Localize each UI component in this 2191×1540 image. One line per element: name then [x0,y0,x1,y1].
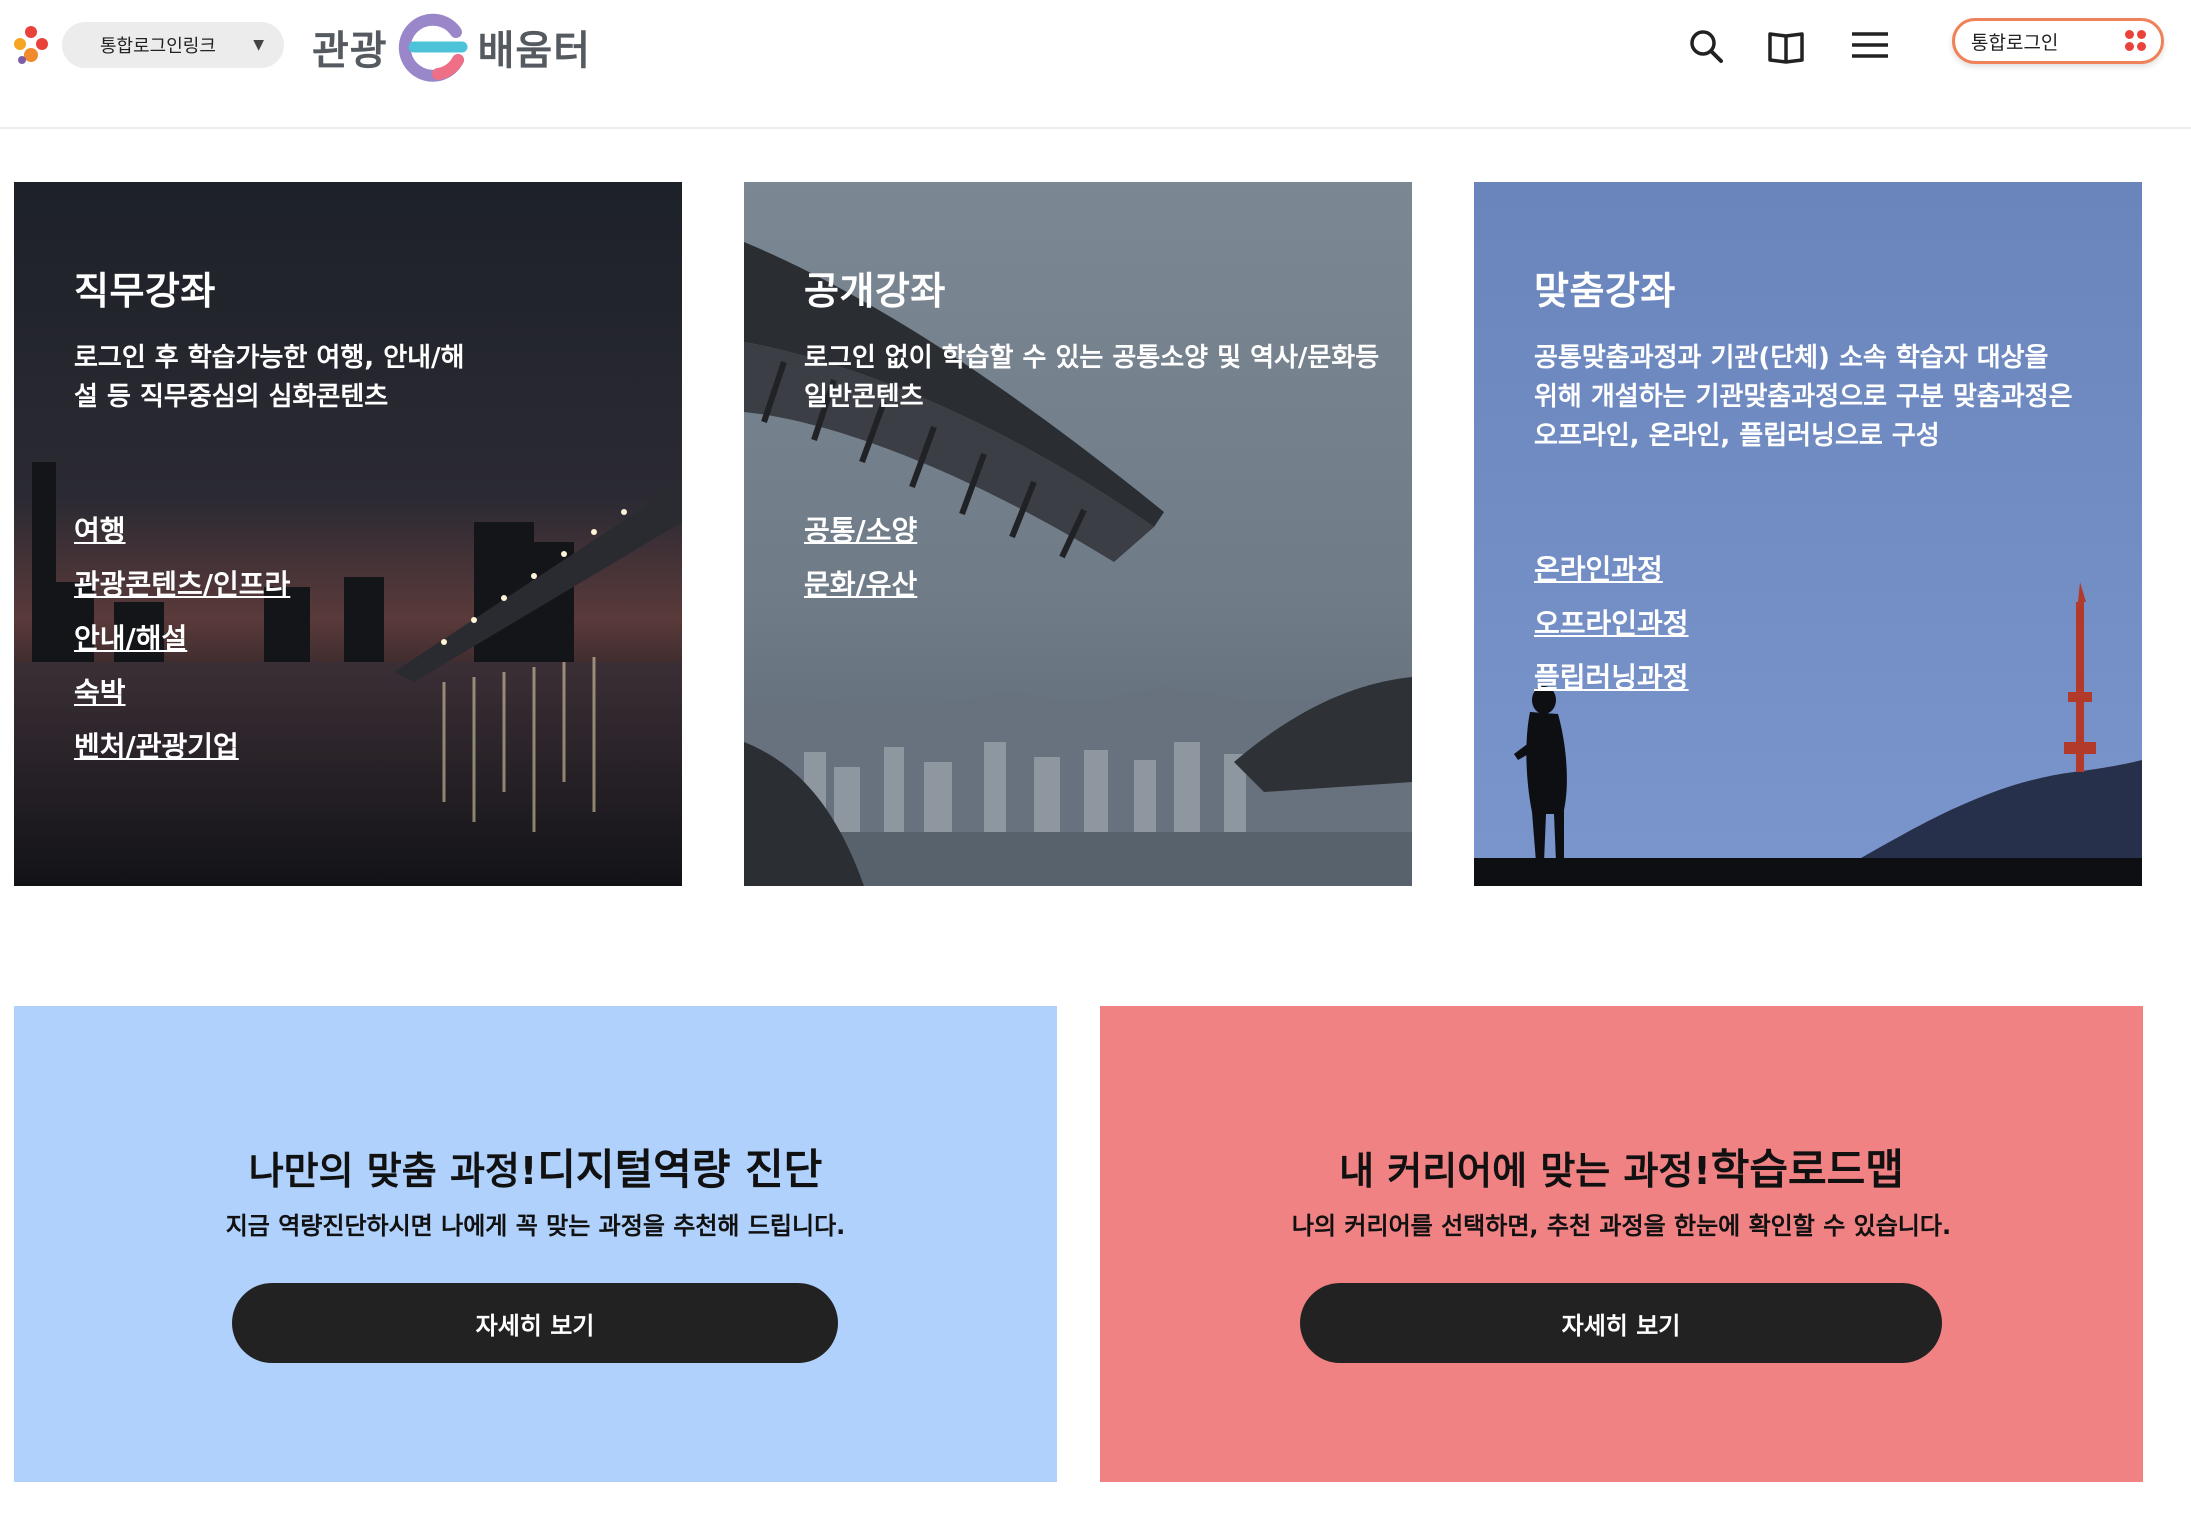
site-logo[interactable]: 관광 배움터 [312,8,591,86]
link-tourism-contents-infra[interactable]: 관광콘텐츠/인프라 [74,558,290,612]
card-open-course[interactable]: 공개강좌 로그인 없이 학습할 수 있는 공통소양 및 역사/문화등 일반콘텐츠… [744,182,1412,886]
site-header: 통합로그인링크 ▼ 관광 배움터 통합로그인 [0,0,2191,129]
menu-icon[interactable] [1850,26,1890,66]
banner-description: 나의 커리어를 선택하면, 추천 과정을 한눈에 확인할 수 있습니다. [1291,1212,1952,1240]
search-icon[interactable] [1686,26,1726,66]
card-job-course[interactable]: 직무강좌 로그인 후 학습가능한 여행, 안내/해 설 등 직무중심의 심화콘텐… [14,182,682,886]
link-travel[interactable]: 여행 [74,504,290,558]
card-link-list: 공통/소양 문화/유산 [804,504,917,612]
link-offline-course[interactable]: 오프라인과정 [1534,597,1689,651]
link-venture-tourism-company[interactable]: 벤처/관광기업 [74,720,290,774]
learning-roadmap-detail-button[interactable]: 자세히 보기 [1300,1283,1942,1363]
brand-mark-icon[interactable] [10,22,52,68]
logo-text-right: 배움터 [477,28,592,74]
link-common-liberal-arts[interactable]: 공통/소양 [804,504,917,558]
card-link-list: 여행 관광콘텐츠/인프라 안내/해설 숙박 벤처/관광기업 [74,504,290,774]
banner-description: 지금 역량진단하시면 나에게 꼭 맞는 과정을 추천해 드립니다. [225,1212,846,1240]
link-online-course[interactable]: 온라인과정 [1534,543,1689,597]
dots-grid-icon [2125,30,2147,52]
digital-competency-detail-button[interactable]: 자세히 보기 [232,1283,838,1363]
card-title: 공개강좌 [804,269,946,313]
logo-emblem-icon [398,13,468,82]
link-culture-heritage[interactable]: 문화/유산 [804,558,917,612]
logo-text-left: 관광 [312,28,388,74]
card-title: 맞춤강좌 [1534,269,1676,313]
login-button-label: 통합로그인 [1971,31,2059,54]
integrated-login-button[interactable]: 통합로그인 [1952,18,2164,64]
login-link-select-label: 통합로그인링크 [100,36,216,57]
digital-competency-banner: 나만의 맞춤 과정!디지털역량 진단 지금 역량진단하시면 나에게 꼭 맞는 과… [14,1006,1057,1482]
card-description: 공통맞춤과정과 기관(단체) 소속 학습자 대상을 위해 개설하는 기관맞춤과정… [1534,343,2073,451]
card-description: 로그인 후 학습가능한 여행, 안내/해 설 등 직무중심의 심화콘텐츠 [74,343,465,412]
card-description: 로그인 없이 학습할 수 있는 공통소양 및 역사/문화등 일반콘텐츠 [804,343,1380,412]
link-flipped-learning-course[interactable]: 플립러닝과정 [1534,651,1689,705]
book-icon[interactable] [1766,26,1806,66]
card-link-list: 온라인과정 오프라인과정 플립러닝과정 [1534,543,1689,705]
banner-title: 나만의 맞춤 과정!디지털역량 진단 [248,1145,823,1194]
chevron-down-icon: ▼ [253,37,264,53]
card-title: 직무강좌 [74,269,216,313]
card-custom-course[interactable]: 맞춤강좌 공통맞춤과정과 기관(단체) 소속 학습자 대상을 위해 개설하는 기… [1474,182,2142,886]
integrated-login-link-select[interactable]: 통합로그인링크 ▼ [62,22,284,68]
learning-roadmap-banner: 내 커리어에 맞는 과정!학습로드맵 나의 커리어를 선택하면, 추천 과정을 … [1100,1006,2143,1482]
banner-title: 내 커리어에 맞는 과정!학습로드맵 [1339,1145,1904,1194]
link-guide-interpretation[interactable]: 안내/해설 [74,612,290,666]
link-accommodation[interactable]: 숙박 [74,666,290,720]
